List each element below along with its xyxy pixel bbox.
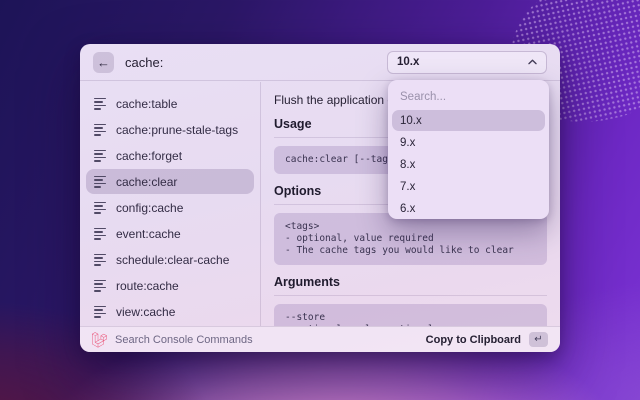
command-list: cache:table cache:prune-stale-tags cache… [80, 82, 261, 326]
back-arrow-icon: ← [97, 55, 110, 70]
command-lines-icon [94, 280, 106, 292]
list-item[interactable]: view:cache [86, 299, 254, 324]
list-item[interactable]: route:cache [86, 273, 254, 298]
dropdown-option[interactable]: 8.x [392, 154, 545, 175]
command-lines-icon [94, 306, 106, 318]
copy-to-clipboard-action[interactable]: Copy to Clipboard [426, 334, 521, 346]
command-lines-icon [94, 202, 106, 214]
arguments-code-block: --store- optional, value optional- The n… [274, 304, 547, 326]
back-button[interactable]: ← [93, 52, 114, 73]
list-item-label: route:cache [116, 279, 179, 293]
dropdown-option[interactable]: 9.x [392, 132, 545, 153]
list-item[interactable]: schedule:clear-cache [86, 247, 254, 272]
laravel-logo-icon [92, 332, 107, 348]
list-item[interactable]: cache:prune-stale-tags [86, 117, 254, 142]
command-lines-icon [94, 228, 106, 240]
dropdown-search-input[interactable]: Search... [392, 84, 545, 110]
dropdown-option[interactable]: 6.x [392, 198, 545, 219]
command-lines-icon [94, 150, 106, 162]
command-palette-window: ← cache: 10.x cache:table cache:prune-st… [80, 44, 560, 352]
list-item-label: view:cache [116, 305, 175, 319]
command-lines-icon [94, 98, 106, 110]
list-item-label: cache:forget [116, 149, 182, 163]
dropdown-option-label: 10.x [400, 115, 422, 127]
dropdown-option[interactable]: 7.x [392, 176, 545, 197]
return-key-icon[interactable]: ↵ [529, 332, 548, 347]
dropdown-option-label: 7.x [400, 181, 415, 193]
options-code-block: <tags>- optional, value required- The ca… [274, 213, 547, 265]
list-item[interactable]: config:cache [86, 195, 254, 220]
list-item[interactable]: cache:forget [86, 143, 254, 168]
list-item-label: cache:prune-stale-tags [116, 123, 238, 137]
list-item-label: event:cache [116, 227, 181, 241]
list-item-label: cache:table [116, 97, 177, 111]
list-item[interactable]: cache:table [86, 91, 254, 116]
dropdown-option-label: 6.x [400, 203, 415, 215]
list-item-label: config:cache [116, 201, 183, 215]
version-select[interactable]: 10.x [387, 51, 547, 74]
dropdown-option-label: 9.x [400, 137, 415, 149]
code-line: - optional, value required [285, 233, 536, 245]
version-select-value: 10.x [397, 56, 419, 68]
footer-bar: Search Console Commands Copy to Clipboar… [80, 326, 560, 352]
list-item-label: cache:clear [116, 175, 177, 189]
command-lines-icon [94, 254, 106, 266]
list-item-label: schedule:clear-cache [116, 253, 229, 267]
code-line: <tags> [285, 221, 536, 233]
top-bar: ← cache: 10.x [80, 44, 560, 81]
list-item[interactable]: event:cache [86, 221, 254, 246]
dropdown-option-selected[interactable]: 10.x [392, 110, 545, 131]
version-dropdown-panel: Search... 10.x 9.x 8.x 7.x 6.x [388, 80, 549, 219]
chevron-up-icon [528, 59, 537, 65]
extension-name: Search Console Commands [115, 334, 253, 346]
search-input[interactable]: cache: [125, 55, 163, 70]
command-lines-icon [94, 124, 106, 136]
code-line: - The cache tags you would like to clear [285, 245, 536, 257]
dropdown-option-label: 8.x [400, 159, 415, 171]
command-lines-icon [94, 176, 106, 188]
list-item-selected[interactable]: cache:clear [86, 169, 254, 194]
code-line: --store [285, 312, 536, 324]
section-heading-arguments: Arguments [274, 275, 547, 296]
